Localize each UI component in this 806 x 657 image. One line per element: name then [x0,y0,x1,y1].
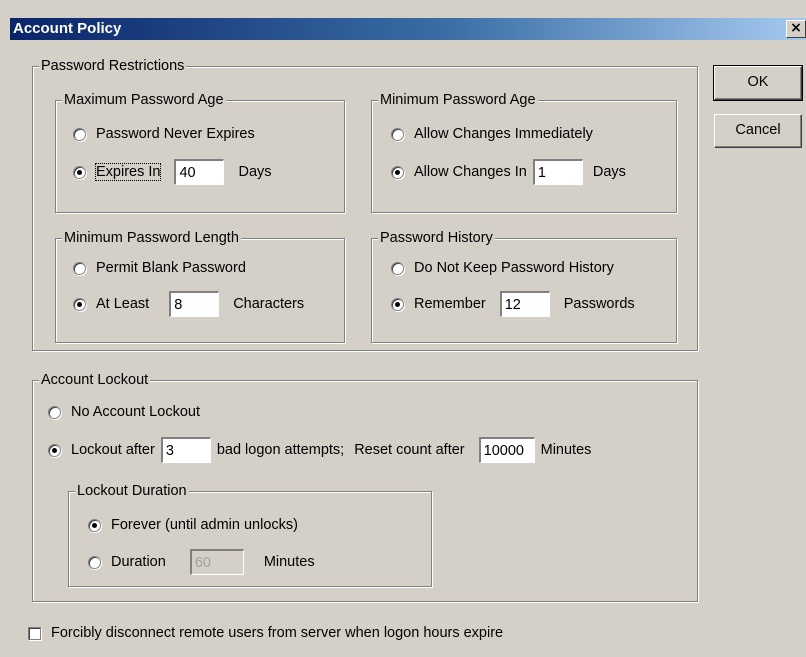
days-label: Days [592,164,626,180]
dialog-client-area: OK Cancel Password Restrictions Maximum … [10,40,806,657]
radio-label: Permit Blank Password [96,260,246,276]
account-lockout-group: Account Lockout No Account Lockout Locko… [32,371,698,602]
radio-password-never-expires[interactable]: Password Never Expires [73,123,255,145]
lockout-duration-label: Lockout Duration [75,482,189,500]
max-password-age-label: Maximum Password Age [62,91,226,109]
forcibly-disconnect-checkbox-row[interactable]: Forcibly disconnect remote users from se… [28,622,503,644]
radio-label: Duration [111,554,166,570]
radio-label: Forever (until admin unlocks) [111,517,298,533]
reset-count-minutes-input[interactable]: 10000 [478,437,535,463]
radio-button[interactable] [48,443,61,457]
radio-expires-in[interactable]: Expires In 40 Days [73,159,272,185]
cancel-button[interactable]: Cancel [714,114,802,148]
account-policy-dialog: Account Policy × OK Cancel Password Rest… [0,0,806,657]
radio-button[interactable] [391,165,404,179]
radio-label: Remember [414,296,486,312]
window-title: Account Policy [13,20,122,37]
radio-label: Do Not Keep Password History [414,260,614,276]
radio-label: Lockout after [71,442,155,458]
radio-forever[interactable]: Forever (until admin unlocks) [88,514,298,536]
characters-label: Characters [233,296,305,312]
radio-remember[interactable]: Remember 12 Passwords [391,291,635,317]
radio-button[interactable] [391,297,404,311]
minutes-label: Minutes [263,554,315,570]
radio-label: At Least [96,296,150,312]
radio-button[interactable] [73,165,86,179]
min-password-age-group: Minimum Password Age Allow Changes Immed… [371,91,677,213]
lockout-attempts-input[interactable]: 3 [160,437,211,463]
bad-logon-attempts-label: bad logon attempts; [216,442,345,458]
password-restrictions-label: Password Restrictions [39,57,187,75]
minutes-label: Minutes [540,442,592,458]
radio-label: Expires In [94,163,162,181]
radio-button[interactable] [48,405,61,419]
radio-label: No Account Lockout [71,404,200,420]
radio-allow-changes-immediately[interactable]: Allow Changes Immediately [391,123,593,145]
radio-at-least[interactable]: At Least 8 Characters [73,291,305,317]
account-lockout-label: Account Lockout [39,371,151,389]
passwords-label: Passwords [563,296,635,312]
radio-button[interactable] [73,127,86,141]
radio-label: Allow Changes Immediately [414,126,593,142]
radio-button[interactable] [73,261,86,275]
radio-lockout-after[interactable]: Lockout after 3 bad logon attempts; Rese… [48,437,592,463]
radio-permit-blank-password[interactable]: Permit Blank Password [73,257,246,279]
radio-button[interactable] [88,518,101,532]
at-least-characters-input[interactable]: 8 [169,291,220,317]
min-password-length-group: Minimum Password Length Permit Blank Pas… [55,229,345,343]
radio-do-not-keep-history[interactable]: Do Not Keep Password History [391,257,614,279]
min-password-length-label: Minimum Password Length [62,229,241,247]
max-password-age-group: Maximum Password Age Password Never Expi… [55,91,345,213]
allow-changes-in-days-input[interactable]: 1 [532,159,583,185]
radio-button[interactable] [391,127,404,141]
radio-allow-changes-in[interactable]: Allow Changes In 1 Days [391,159,626,185]
duration-minutes-input[interactable]: 60 [189,549,244,575]
radio-no-account-lockout[interactable]: No Account Lockout [48,401,200,423]
remember-passwords-input[interactable]: 12 [499,291,550,317]
radio-label: Password Never Expires [96,126,255,142]
forcibly-disconnect-label: Forcibly disconnect remote users from se… [51,625,504,641]
radio-duration[interactable]: Duration 60 Minutes [88,549,315,575]
ok-button[interactable]: OK [713,65,803,101]
password-history-label: Password History [378,229,495,247]
radio-button[interactable] [73,297,86,311]
radio-button[interactable] [391,261,404,275]
min-password-age-label: Minimum Password Age [378,91,538,109]
password-history-group: Password History Do Not Keep Password Hi… [371,229,677,343]
reset-count-label: Reset count after [354,442,465,458]
days-label: Days [238,164,272,180]
lockout-duration-group: Lockout Duration Forever (until admin un… [68,482,432,587]
password-restrictions-group: Password Restrictions Maximum Password A… [32,57,698,351]
radio-button[interactable] [88,555,101,569]
forcibly-disconnect-checkbox[interactable] [28,626,41,640]
close-icon: × [790,20,802,36]
radio-label: Allow Changes In [414,164,527,180]
title-bar[interactable]: Account Policy × [10,18,806,40]
close-button[interactable]: × [786,20,806,38]
expires-in-days-input[interactable]: 40 [174,159,225,185]
